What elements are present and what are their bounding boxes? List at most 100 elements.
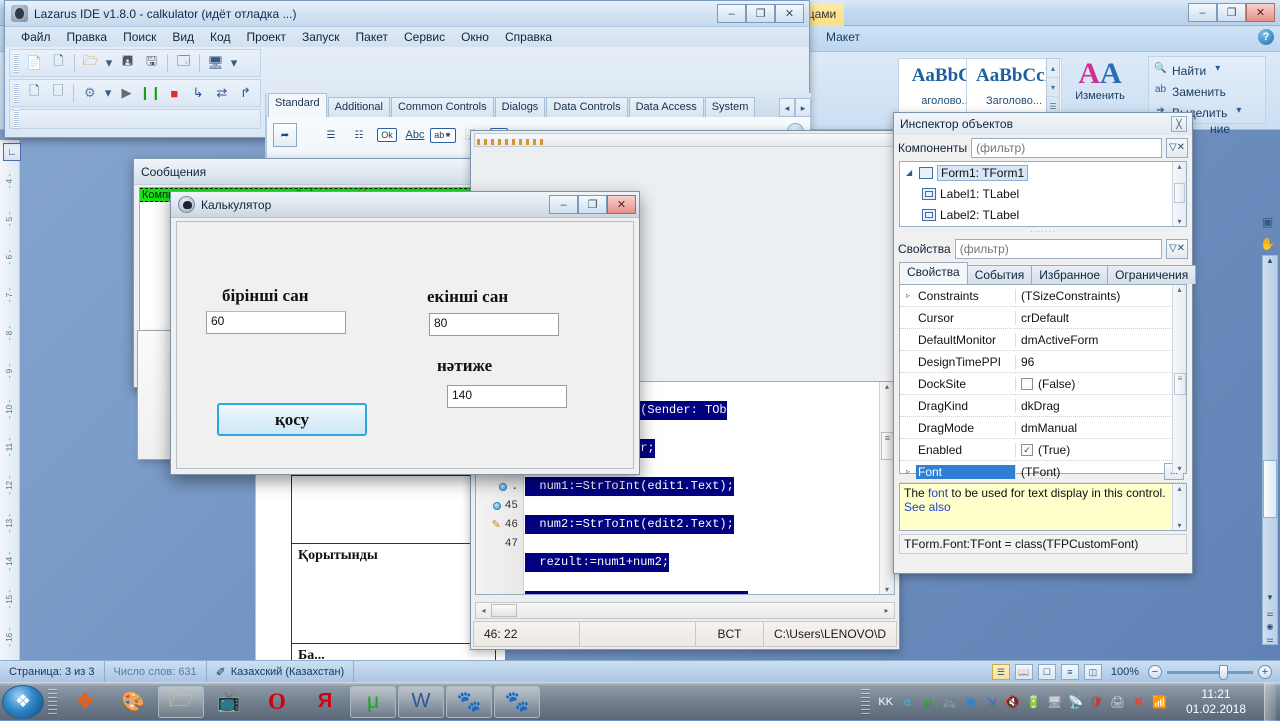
toolbar-grip[interactable]	[14, 83, 19, 103]
new-form-icon[interactable]: 🗋	[48, 53, 69, 74]
browse-object-icon[interactable]: ◉	[1263, 622, 1277, 631]
language-indicator[interactable]: ✐ Казахский (Казахстан)	[207, 660, 355, 683]
scroll-up-icon[interactable]: ▴	[1173, 162, 1186, 175]
breakpoint-icon[interactable]	[499, 482, 508, 491]
lazarus-restore-button[interactable]: ❐	[746, 4, 775, 23]
checkbox-unchecked[interactable]	[1021, 377, 1033, 390]
menu-item-source[interactable]: Код	[202, 30, 238, 44]
scroll-right-icon[interactable]: ▸	[879, 606, 894, 615]
code-line[interactable]: num1:=StrToInt(edit1.Text);	[525, 477, 734, 496]
tpopupmenu-icon[interactable]: ☷	[347, 123, 371, 147]
word-minimize-button[interactable]: –	[1188, 3, 1217, 22]
word-scrollbar-thumb[interactable]	[1263, 460, 1277, 518]
scroll-down-icon[interactable]: ▼	[1263, 593, 1277, 602]
clock[interactable]: 11:21 01.02.2018	[1172, 687, 1260, 717]
code-line[interactable]: num2:=StrToInt(edit2.Text);	[525, 515, 734, 534]
palette-tab-standard[interactable]: Standard	[268, 93, 327, 117]
property-row[interactable]: DragMode dmManual	[900, 417, 1186, 439]
menu-item-package[interactable]: Пакет	[348, 30, 396, 44]
scroll-up-icon[interactable]: ▴	[1173, 484, 1186, 497]
bike-icon[interactable]: 🚲	[941, 693, 958, 710]
lazarus-icon[interactable]: 🐾	[494, 685, 540, 718]
gimp-icon[interactable]: 🐾	[446, 685, 492, 718]
yandex-icon[interactable]: Я	[302, 686, 348, 718]
code-line[interactable]: rezult:=num1+num2;	[525, 553, 670, 572]
toolbar-grip[interactable]	[14, 53, 19, 73]
calculator-close-button[interactable]: ✕	[607, 195, 636, 214]
zoom-slider-thumb[interactable]	[1219, 664, 1228, 680]
table-cell[interactable]	[291, 475, 496, 543]
chevron-down-icon[interactable]: ▾	[1231, 105, 1246, 120]
view-form-icon[interactable]: 🖥	[205, 53, 226, 74]
menu-item-edit[interactable]: Правка	[59, 30, 116, 44]
windows-start-icon[interactable]: ❖	[2, 684, 44, 719]
twisty-icon[interactable]: ◢	[906, 168, 915, 177]
palette-tab-data-controls[interactable]: Data Controls	[546, 97, 628, 117]
calculator-restore-button[interactable]: ❐	[578, 195, 607, 214]
menu-item-tools[interactable]: Сервис	[396, 30, 453, 44]
replace-button[interactable]: a​b Заменить	[1153, 81, 1261, 102]
pan-hand-icon[interactable]: ✋	[1258, 237, 1277, 256]
utorrent-icon[interactable]: μ	[350, 685, 396, 718]
word-vertical-scrollbar[interactable]: ▲ ▼ ⚌ ◉ ⚌	[1262, 255, 1278, 645]
tray-grip[interactable]	[861, 688, 871, 715]
splitter-handle[interactable]: ·······	[894, 227, 1192, 236]
hint-scrollbar[interactable]: ▴ ▾	[1172, 484, 1186, 530]
first-number-input[interactable]: 60	[206, 311, 346, 334]
filter-clear-icon[interactable]: ▽✕	[1166, 239, 1188, 259]
select-browse-object-icon[interactable]: ▣	[1258, 215, 1277, 234]
property-value[interactable]: dmActiveForm	[1016, 333, 1186, 347]
next-page-icon[interactable]: ⚌	[1263, 635, 1277, 644]
component-tree-scrollbar[interactable]: ▴ ▾	[1172, 162, 1186, 226]
palette-prev-icon[interactable]: ◂	[779, 98, 795, 117]
menu-item-window[interactable]: Окно	[453, 30, 497, 44]
components-filter-input[interactable]	[971, 138, 1162, 158]
change-styles-button[interactable]: AA Изменить	[1058, 58, 1142, 103]
quicklaunch-grip[interactable]	[48, 688, 57, 715]
hint-see-also-link[interactable]: See also	[904, 500, 1182, 514]
tab-restricted[interactable]: Ограничения	[1107, 265, 1197, 284]
property-row[interactable]: DockSite (False)	[900, 373, 1186, 395]
mpc-icon[interactable]: ❖	[62, 686, 108, 718]
network-error-icon[interactable]: 📡	[1067, 693, 1084, 710]
scroll-up-icon[interactable]: ▲	[1263, 256, 1277, 265]
palette-tab-common-controls[interactable]: Common Controls	[390, 97, 494, 117]
lazarus-close-button[interactable]: ✕	[775, 4, 804, 23]
scroll-up-icon[interactable]: ▴	[880, 382, 894, 396]
new-file-icon[interactable]: 🗋	[24, 83, 45, 104]
tbutton-icon[interactable]: Ok	[375, 123, 399, 147]
word-close-button[interactable]: ✕	[1246, 3, 1275, 22]
web-layout-view-icon[interactable]: ☐	[1037, 664, 1056, 680]
expand-icon[interactable]: ▹	[900, 467, 916, 476]
view-form-dropdown-icon[interactable]: ▾	[229, 53, 239, 74]
chevron-down-icon[interactable]: ▾	[1210, 63, 1225, 78]
property-value[interactable]: dmManual	[1016, 421, 1186, 435]
tree-item-label2[interactable]: Label2: TLabel	[900, 204, 1186, 225]
paint-icon[interactable]: 🎨	[110, 686, 156, 718]
property-grid[interactable]: ▹ Constraints (TSizeConstraints) Cursor …	[899, 284, 1187, 483]
printer-icon[interactable]: 🖨	[1109, 693, 1126, 710]
property-value[interactable]: (False)	[1016, 377, 1186, 391]
tree-item-label1[interactable]: Label1: TLabel	[900, 183, 1186, 204]
show-desktop-button[interactable]	[1264, 682, 1276, 721]
tedit-icon[interactable]: ab⁕	[430, 123, 456, 147]
toggle-form-unit-icon[interactable]: 🗔	[173, 53, 194, 74]
property-row-font[interactable]: ▹ Font (TFont) ...	[900, 461, 1186, 483]
wifi-off-icon[interactable]: ✖	[1130, 693, 1147, 710]
scroll-up-icon[interactable]: ▴	[1173, 285, 1186, 298]
insert-mode[interactable]: BCT	[696, 621, 764, 647]
palette-tab-dialogs[interactable]: Dialogs	[494, 97, 546, 117]
media-player-icon[interactable]: 📺	[206, 686, 252, 718]
zoom-slider[interactable]	[1167, 664, 1253, 680]
tree-scrollbar-thumb[interactable]	[1174, 183, 1185, 203]
run-icon[interactable]: ▶	[116, 83, 137, 104]
property-row[interactable]: DragKind dkDrag	[900, 395, 1186, 417]
component-tree[interactable]: ◢ Form1: TForm1 Label1: TLabel Label2: T…	[899, 161, 1187, 227]
tab-favorites[interactable]: Избранное	[1031, 265, 1109, 284]
step-into-icon[interactable]: ↳	[188, 83, 209, 104]
word-tab-layout[interactable]: Макет	[826, 30, 860, 44]
palette-tab-system[interactable]: System	[704, 97, 756, 117]
find-button[interactable]: 🔍 Найти ▾	[1153, 60, 1261, 81]
page-indicator[interactable]: Страница: 3 из 3	[0, 660, 105, 683]
grid-scrollbar-thumb[interactable]: ≡	[1174, 373, 1186, 395]
